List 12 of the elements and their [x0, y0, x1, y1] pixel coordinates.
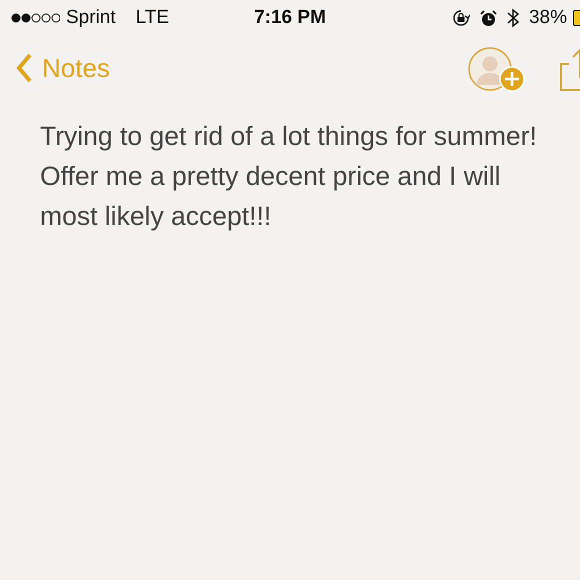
share-icon[interactable] [560, 48, 580, 92]
chevron-icon [16, 53, 32, 83]
signal-icon [10, 12, 60, 24]
bluetooth-icon [506, 8, 519, 28]
carrier-name: Sprint [66, 7, 116, 29]
network-type: LTE [136, 7, 170, 29]
note-text[interactable]: Trying to get rid of a lot things for summer! Offer me a pretty decent price and I will most likely accept!!! [40, 116, 540, 236]
battery-percent: 38% [528, 7, 567, 29]
rotation-lock-icon [452, 9, 470, 27]
battery-icon [573, 10, 580, 26]
alarm-icon [480, 10, 497, 26]
status-time: 7:16 PM [253, 7, 327, 29]
